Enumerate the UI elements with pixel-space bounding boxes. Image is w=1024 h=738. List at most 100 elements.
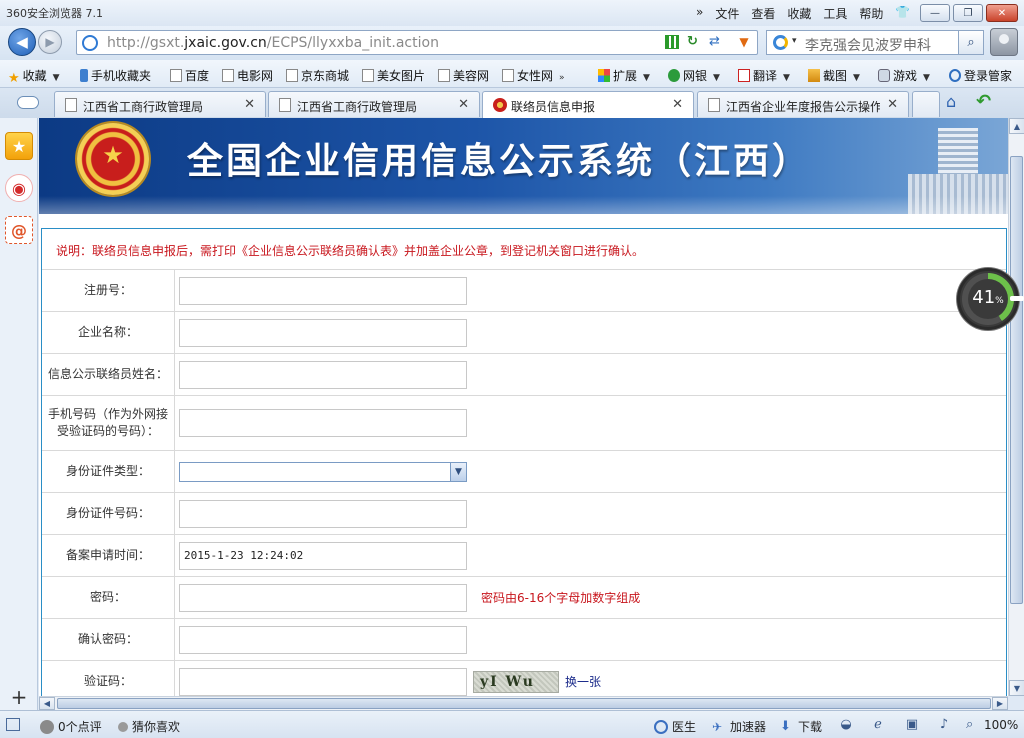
volume-icon[interactable]: ♪ (936, 717, 952, 733)
scroll-up-icon[interactable]: ▲ (1009, 118, 1024, 134)
chevron-down-icon: ▼ (52, 73, 60, 83)
menu-item-tools[interactable]: 工具 (823, 5, 847, 22)
captcha-image[interactable]: yI Wu (473, 670, 559, 693)
scroll-right-icon[interactable]: ▶ (992, 697, 1008, 710)
tab-close-icon[interactable]: ✕ (244, 97, 255, 112)
fav-item-movies[interactable]: 电影网 (222, 67, 273, 84)
chevron-down-icon: ▼ (643, 73, 650, 83)
minimize-button[interactable]: — (920, 4, 950, 22)
favorites-menu[interactable]: ★ 收藏 ▼ (8, 67, 60, 86)
screenshot-button[interactable]: 截图 ▼ (808, 67, 860, 84)
ie-mode-icon[interactable]: ℯ (870, 717, 886, 733)
field-label: 备案申请时间： (42, 535, 175, 576)
address-bar[interactable]: http://gsxt.jxaic.gov.cn/ECPS/llyxxba_in… (76, 30, 758, 55)
download-button[interactable]: ⬇ 下载 (780, 718, 822, 735)
doc-icon (438, 69, 450, 82)
address-bar-icons: ↻ ⇄ ▼ (665, 34, 753, 50)
forward-button[interactable]: ▶ (38, 30, 62, 54)
cloud-sync-icon[interactable] (17, 96, 39, 109)
fav-item-pictures[interactable]: 美女图片 (362, 67, 425, 84)
form-row-confirm-password: 确认密码： (42, 618, 1006, 660)
scroll-left-icon[interactable]: ◀ (39, 697, 55, 710)
chevron-down-icon[interactable]: ▼ (450, 462, 466, 481)
vertical-scrollbar[interactable]: ▲ ▼ (1008, 118, 1024, 696)
contact-declaration-form: 说明：联络员信息申报后，需打印《企业信息公示联络员确认表》并加盖企业公章，到登记… (41, 228, 1007, 696)
home-icon[interactable]: ⌂ (946, 93, 964, 111)
sidebar-favorites-icon[interactable]: ★ (5, 132, 33, 160)
switch-engine-icon[interactable]: ⇄ (709, 34, 727, 50)
search-engine-icon[interactable] (773, 35, 788, 50)
fav-item-baidu[interactable]: 百度 (170, 67, 209, 84)
bank-button[interactable]: 网银 ▼ (668, 67, 720, 84)
search-input[interactable]: 李克强会见波罗申科 (805, 35, 931, 55)
fav-item-women[interactable]: 女性网» (502, 67, 565, 84)
password-input[interactable] (179, 583, 467, 612)
id-number-input[interactable] (179, 499, 467, 528)
restore-button[interactable]: ❐ (953, 4, 983, 22)
menu-item-favorites[interactable]: 收藏 (787, 5, 811, 22)
undo-close-tab-icon[interactable]: ↶ (976, 92, 998, 112)
back-button[interactable]: ◀ (8, 28, 36, 56)
field-label: 身份证件号码： (42, 493, 175, 534)
fav-item-jd[interactable]: 京东商城 (286, 67, 349, 84)
window-list-icon[interactable]: ▣ (904, 717, 920, 733)
tab-close-icon[interactable]: ✕ (887, 97, 898, 112)
extension-button[interactable]: 扩展 ▼ (598, 67, 650, 84)
menu-overflow-icon[interactable]: » (696, 5, 703, 22)
doctor-button[interactable]: 医生 (654, 718, 696, 735)
scroll-down-icon[interactable]: ▼ (1009, 680, 1024, 696)
doctor-icon (654, 719, 668, 734)
progress-handle[interactable] (1010, 296, 1024, 301)
search-box[interactable]: ▾ 李克强会见波罗申科 (766, 30, 984, 55)
overflow-icon[interactable]: » (559, 73, 565, 83)
refresh-icon[interactable]: ↻ (687, 35, 701, 49)
tab-jxaic-1[interactable]: 江西省工商行政管理局 ✕ (54, 91, 266, 117)
chevron-down-icon: ▼ (783, 73, 790, 83)
skin-icon[interactable]: 👕 (895, 5, 910, 22)
tab-jxaic-2[interactable]: 江西省工商行政管理局 ✕ (268, 91, 480, 117)
game-button[interactable]: 游戏 ▼ (878, 67, 930, 84)
new-tab-button[interactable] (912, 91, 940, 117)
qr-code-icon[interactable] (665, 35, 679, 49)
captcha-refresh-link[interactable]: 换一张 (565, 673, 601, 690)
sidebar-add-icon[interactable]: + (7, 685, 31, 709)
address-dropdown-icon[interactable]: ▼ (735, 34, 753, 50)
fav-item-mobile[interactable]: 手机收藏夹 (80, 67, 151, 84)
company-name-input[interactable] (179, 318, 467, 347)
menu-item-view[interactable]: 查看 (751, 5, 775, 22)
side-bar: ★ ◉ @ + (0, 118, 38, 710)
menu-item-help[interactable]: 帮助 (859, 5, 883, 22)
id-type-select[interactable]: ▼ (179, 461, 467, 482)
user-avatar[interactable] (990, 28, 1018, 56)
tab-close-icon[interactable]: ✕ (458, 97, 469, 112)
guess-you-like-button[interactable]: 猜你喜欢 (118, 718, 180, 735)
sidebar-weibo-icon[interactable]: ◉ (5, 174, 33, 202)
sidebar-mail-icon[interactable]: @ (5, 216, 33, 244)
tab-close-icon[interactable]: ✕ (672, 97, 683, 112)
horizontal-scrollbar[interactable]: ◀ ▶ (39, 696, 1008, 710)
search-engine-dropdown-icon[interactable]: ▾ (792, 36, 797, 46)
reg-no-input[interactable] (179, 276, 467, 305)
close-window-button[interactable]: ✕ (986, 4, 1018, 22)
url-text[interactable]: http://gsxt.jxaic.gov.cn/ECPS/llyxxba_in… (107, 35, 439, 51)
translate-button[interactable]: 翻译 ▼ (738, 67, 790, 84)
tab-contact-declaration[interactable]: 联络员信息申报 ✕ (482, 91, 694, 118)
mobile-input[interactable] (179, 409, 467, 437)
menu-item-file[interactable]: 文件 (715, 5, 739, 22)
vertical-scroll-thumb[interactable] (1010, 156, 1023, 604)
horizontal-scroll-thumb[interactable] (57, 698, 991, 709)
mask-icon[interactable]: ◒ (838, 717, 854, 733)
login-manager-button[interactable]: 登录管家 (949, 67, 1012, 84)
tab-annual-report[interactable]: 江西省企业年度报告公示操作 ✕ (697, 91, 909, 117)
captcha-input[interactable] (179, 667, 467, 696)
zoom-button[interactable]: ⌕ 100% (966, 718, 1018, 733)
contact-name-input[interactable] (179, 360, 467, 389)
accelerator-button[interactable]: ✈ 加速器 (712, 718, 766, 735)
status-window-icon[interactable] (6, 718, 20, 731)
confirm-password-input[interactable] (179, 625, 467, 654)
apply-time-input[interactable]: 2015-1-23 12:24:02 (179, 541, 467, 570)
comments-button[interactable]: 0个点评 (40, 718, 102, 735)
fav-item-beauty[interactable]: 美容网 (438, 67, 489, 84)
form-row-company-name: 企业名称： (42, 311, 1006, 353)
search-button[interactable]: ⌕ (958, 30, 984, 55)
